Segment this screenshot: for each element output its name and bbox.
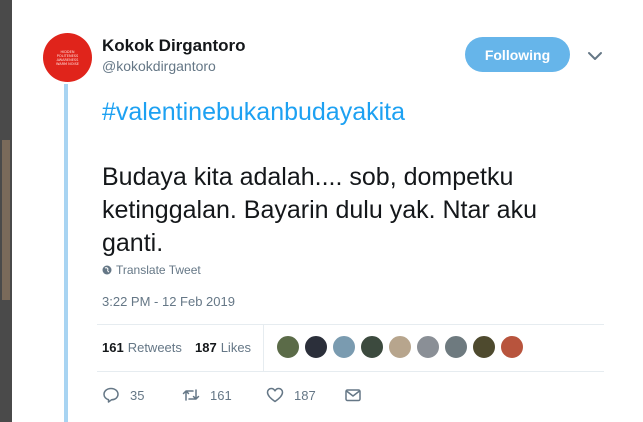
translate-label[interactable]: Translate Tweet bbox=[116, 263, 201, 277]
liker-avatar[interactable] bbox=[416, 335, 440, 359]
chevron-down-icon[interactable] bbox=[585, 46, 605, 66]
like-count: 187 bbox=[294, 387, 316, 403]
retweets-stat[interactable]: 161 Retweets bbox=[102, 340, 182, 355]
tweet-text: Budaya kita adalah.... sob, dompetku ket… bbox=[102, 163, 537, 257]
avatar-lettering: HIDDEN POLITENESS AWARENESS WARM NOISE bbox=[55, 49, 80, 66]
liker-avatars bbox=[276, 335, 524, 359]
thread-line bbox=[64, 84, 68, 422]
retweet-count: 161 bbox=[210, 387, 232, 403]
background-edge bbox=[0, 0, 12, 422]
liker-avatar[interactable] bbox=[500, 335, 524, 359]
following-button[interactable]: Following bbox=[465, 37, 570, 72]
reply-icon bbox=[103, 387, 119, 403]
retweets-label: Retweets bbox=[127, 340, 182, 355]
reply-button[interactable]: 35 bbox=[102, 386, 182, 404]
envelope-icon bbox=[345, 389, 361, 402]
tweet-actions: 35 161 187 bbox=[102, 386, 362, 404]
liker-avatar[interactable] bbox=[304, 335, 328, 359]
heart-icon bbox=[266, 387, 284, 403]
tweet-timestamp[interactable]: 3:22 PM - 12 Feb 2019 bbox=[102, 294, 235, 309]
translate-tweet-link[interactable]: Translate Tweet bbox=[102, 263, 201, 277]
liker-avatar[interactable] bbox=[360, 335, 384, 359]
like-button[interactable]: 187 bbox=[266, 386, 344, 404]
divider bbox=[97, 324, 604, 325]
liker-avatar[interactable] bbox=[444, 335, 468, 359]
liker-avatar[interactable] bbox=[332, 335, 356, 359]
user-name[interactable]: Kokok Dirgantoro bbox=[102, 36, 246, 56]
retweets-count: 161 bbox=[102, 340, 124, 355]
likes-stat[interactable]: 187 Likes bbox=[195, 340, 251, 355]
retweet-icon bbox=[182, 389, 200, 401]
likes-label: Likes bbox=[220, 340, 252, 355]
avatar[interactable]: HIDDEN POLITENESS AWARENESS WARM NOISE bbox=[43, 33, 92, 82]
liker-avatar[interactable] bbox=[472, 335, 496, 359]
user-handle[interactable]: @kokokdirgantoro bbox=[102, 58, 216, 74]
globe-icon bbox=[102, 265, 112, 275]
divider bbox=[263, 324, 264, 371]
likes-count: 187 bbox=[195, 340, 217, 355]
reply-count: 35 bbox=[130, 387, 145, 403]
divider bbox=[97, 371, 604, 372]
liker-avatar[interactable] bbox=[276, 335, 300, 359]
direct-message-button[interactable] bbox=[344, 386, 362, 404]
hashtag-link[interactable]: #valentinebukanbudayakita bbox=[102, 98, 405, 127]
retweet-button[interactable]: 161 bbox=[182, 386, 266, 404]
liker-avatar[interactable] bbox=[388, 335, 412, 359]
